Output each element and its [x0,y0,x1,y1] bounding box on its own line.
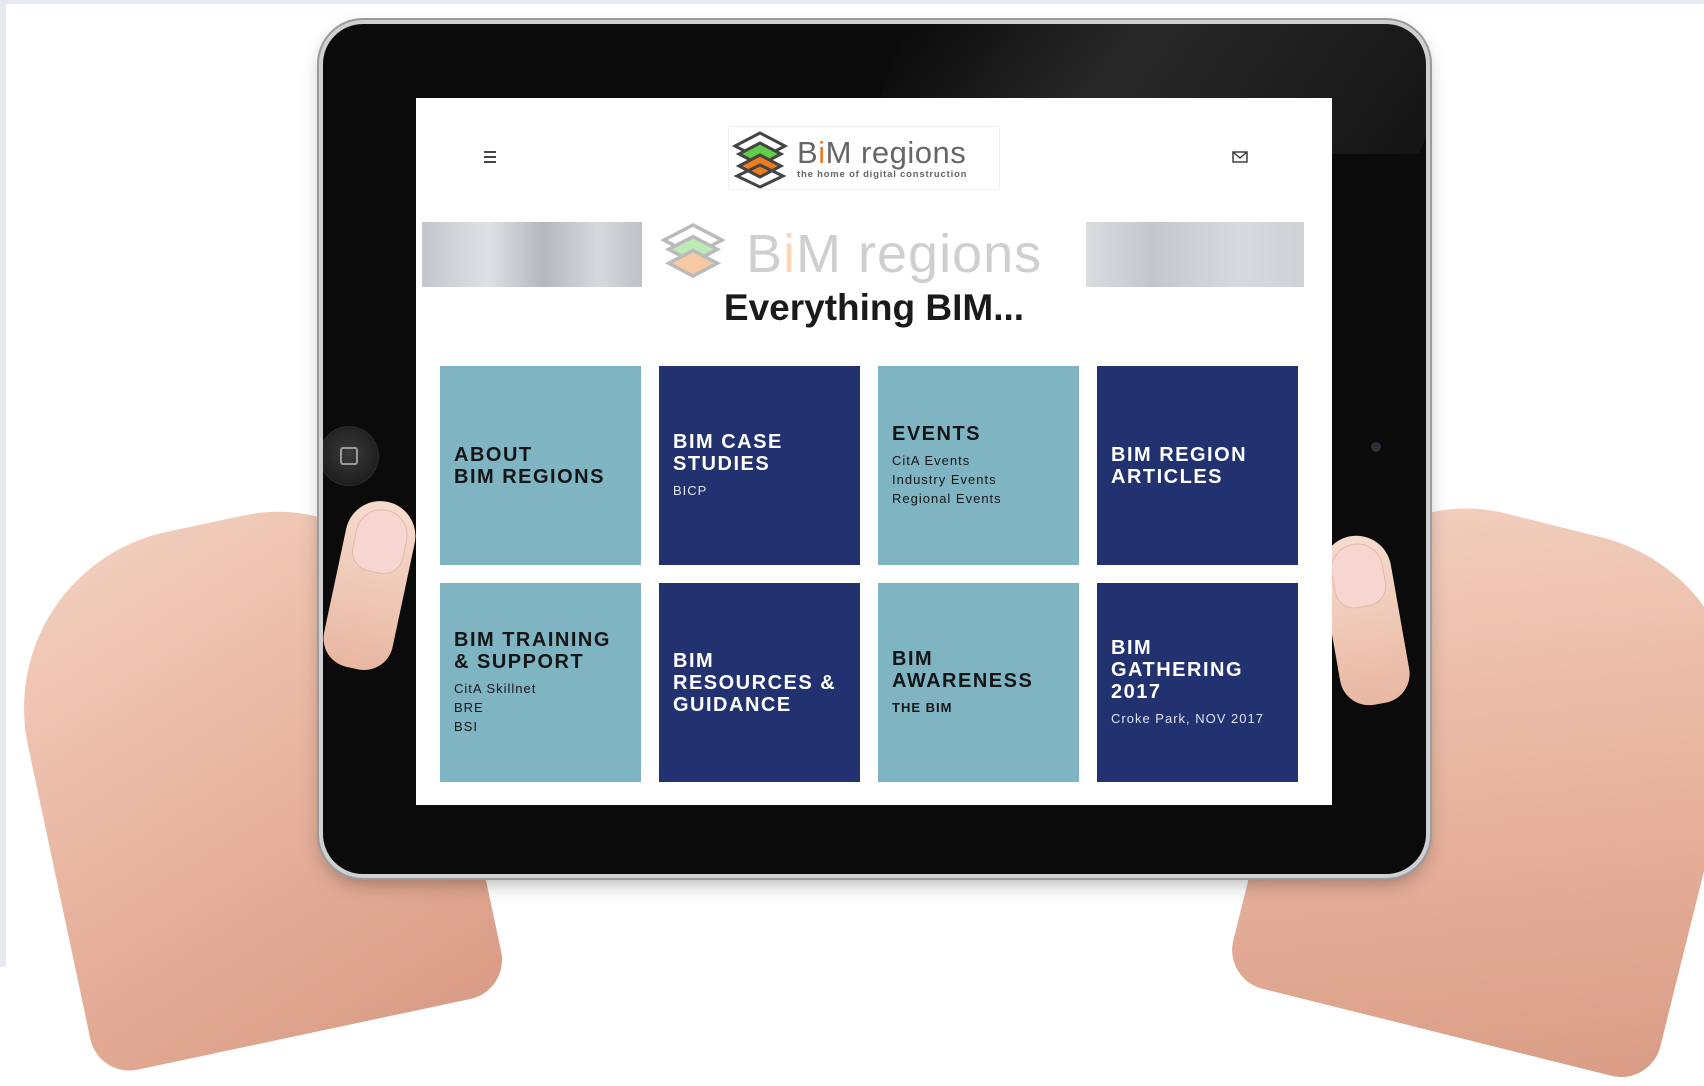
tile-bim-resources-guidance[interactable]: BIM RESOURCES & GUIDANCE [659,583,860,782]
tile-subtitle: THE BIM [892,700,953,715]
page-headline: Everything BIM... [723,287,1025,328]
banner-logo: BiM regions [648,222,1042,287]
tile-subtitle: BICP [673,483,708,498]
tile-events[interactable]: EVENTS CitA Events Industry Events Regio… [878,366,1079,565]
home-button-icon[interactable] [323,426,379,486]
tile-bim-training-support[interactable]: BIM TRAINING & SUPPORT CitA Skillnet BRE … [440,583,641,782]
thumbnail [1327,539,1390,612]
logo-tagline: the home of digital construction [797,168,968,180]
tile-bim-case-studies[interactable]: BIM CASE STUDIES BICP [659,366,860,565]
thumbnail [348,504,413,578]
link-cita-events[interactable]: CitA Events [892,451,1065,470]
hero-banner: BiM regions [422,222,1304,287]
banner-photo-left [422,222,642,287]
envelope-icon[interactable] [1232,151,1248,163]
tile-about-bim-regions[interactable]: ABOUT BIM REGIONS [440,366,641,565]
logo-layers-icon [731,131,789,189]
link-industry-events[interactable]: Industry Events [892,470,1065,489]
tile-title: BIM RESOURCES & GUIDANCE [673,649,837,716]
tile-subtitle: CitA Skillnet BRE BSI [454,679,627,736]
tablet-screen: BiM regions the home of digital construc… [416,98,1332,805]
tile-title: BIM AWARENESS [892,648,1034,692]
tile-bim-awareness[interactable]: BIM AWARENESS THE BIM [878,583,1079,782]
tile-title: BIM REGION ARTICLES [1111,443,1248,488]
tile-title: BIM TRAINING & SUPPORT [454,629,611,673]
tile-subtitle: Croke Park, NOV 2017 [1111,711,1264,726]
link-bre[interactable]: BRE [454,698,627,717]
link-bsi[interactable]: BSI [454,717,627,736]
tile-title: EVENTS [892,423,982,445]
tile-title: BIM CASE STUDIES [673,431,783,475]
background-edge [0,0,6,967]
camera-icon [1371,442,1381,452]
tile-subtitle: CitA Events Industry Events Regional Eve… [892,451,1065,508]
banner-logo-title: BiM regions [746,224,1043,284]
logo-title: BiM regions [797,134,967,170]
tile-bim-gathering-2017[interactable]: BIM GATHERING 2017 Croke Park, NOV 2017 [1097,583,1298,782]
logo-text: BiM regions the home of digital construc… [797,134,968,180]
hamburger-menu-icon[interactable] [482,150,498,164]
tile-bim-region-articles[interactable]: BIM REGION ARTICLES [1097,366,1298,565]
tile-title: BIM GATHERING 2017 [1111,637,1244,703]
background-edge-top [0,0,1704,4]
banner-photo-right [1086,222,1304,287]
banner-logo-icon [660,223,726,279]
tile-title: ABOUT BIM REGIONS [454,443,605,488]
site-logo[interactable]: BiM regions the home of digital construc… [728,126,1000,190]
link-regional-events[interactable]: Regional Events [892,489,1065,508]
link-cita-skillnet[interactable]: CitA Skillnet [454,679,627,698]
